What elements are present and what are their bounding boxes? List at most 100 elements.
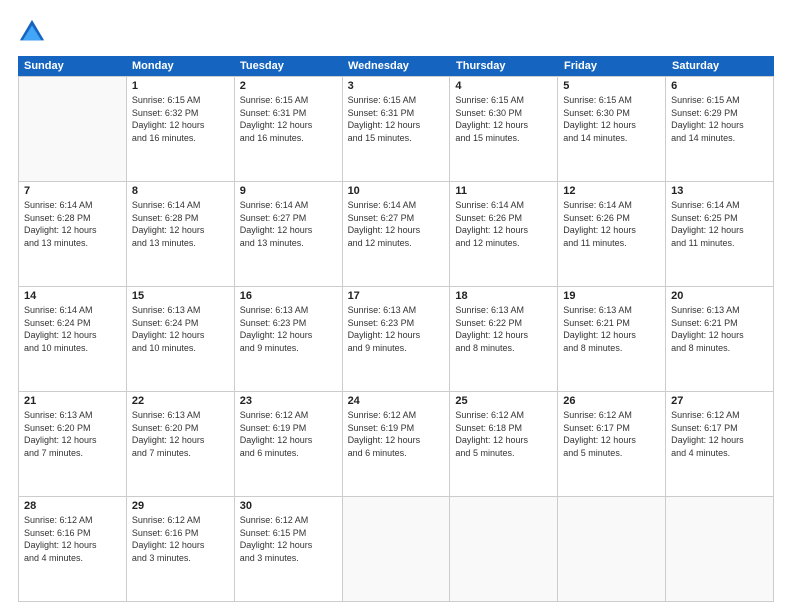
day-number: 16	[240, 290, 337, 302]
day-number: 12	[563, 185, 660, 197]
day-number: 14	[24, 290, 121, 302]
day-info: Sunrise: 6:13 AM Sunset: 6:23 PM Dayligh…	[240, 304, 337, 354]
calendar-row-5: 28 Sunrise: 6:12 AM Sunset: 6:16 PM Dayli…	[19, 497, 774, 602]
cal-cell-12: 12 Sunrise: 6:14 AM Sunset: 6:26 PM Dayli…	[558, 182, 666, 286]
day-info: Sunrise: 6:14 AM Sunset: 6:26 PM Dayligh…	[563, 199, 660, 249]
day-number: 17	[348, 290, 445, 302]
day-number: 6	[671, 80, 768, 92]
day-number: 3	[348, 80, 445, 92]
day-info: Sunrise: 6:13 AM Sunset: 6:23 PM Dayligh…	[348, 304, 445, 354]
weekday-header-friday: Friday	[558, 56, 666, 76]
day-info: Sunrise: 6:15 AM Sunset: 6:30 PM Dayligh…	[563, 94, 660, 144]
day-info: Sunrise: 6:14 AM Sunset: 6:27 PM Dayligh…	[240, 199, 337, 249]
day-number: 23	[240, 395, 337, 407]
cal-cell-empty-0-0	[19, 77, 127, 181]
cal-cell-2: 2 Sunrise: 6:15 AM Sunset: 6:31 PM Daylig…	[235, 77, 343, 181]
day-info: Sunrise: 6:15 AM Sunset: 6:29 PM Dayligh…	[671, 94, 768, 144]
cal-cell-29: 29 Sunrise: 6:12 AM Sunset: 6:16 PM Dayli…	[127, 497, 235, 601]
day-info: Sunrise: 6:12 AM Sunset: 6:18 PM Dayligh…	[455, 409, 552, 459]
cal-cell-5: 5 Sunrise: 6:15 AM Sunset: 6:30 PM Daylig…	[558, 77, 666, 181]
day-info: Sunrise: 6:13 AM Sunset: 6:21 PM Dayligh…	[671, 304, 768, 354]
day-info: Sunrise: 6:12 AM Sunset: 6:16 PM Dayligh…	[132, 514, 229, 564]
cal-cell-24: 24Sunrise: 6:12 AM Sunset: 6:19 PM Dayli…	[343, 392, 451, 496]
day-number: 7	[24, 185, 121, 197]
day-info: Sunrise: 6:12 AM Sunset: 6:15 PM Dayligh…	[240, 514, 337, 564]
calendar-row-1: 1 Sunrise: 6:15 AM Sunset: 6:32 PM Daylig…	[19, 77, 774, 182]
day-number: 22	[132, 395, 229, 407]
cal-cell-30: 30Sunrise: 6:12 AM Sunset: 6:15 PM Dayli…	[235, 497, 343, 601]
cal-cell-23: 23 Sunrise: 6:12 AM Sunset: 6:19 PM Dayli…	[235, 392, 343, 496]
cal-cell-empty-4-4	[450, 497, 558, 601]
day-info: Sunrise: 6:14 AM Sunset: 6:25 PM Dayligh…	[671, 199, 768, 249]
header	[18, 18, 774, 46]
day-info: Sunrise: 6:15 AM Sunset: 6:31 PM Dayligh…	[240, 94, 337, 144]
cal-cell-9: 9 Sunrise: 6:14 AM Sunset: 6:27 PM Daylig…	[235, 182, 343, 286]
weekday-header-monday: Monday	[126, 56, 234, 76]
cal-cell-empty-4-3	[343, 497, 451, 601]
day-info: Sunrise: 6:12 AM Sunset: 6:17 PM Dayligh…	[671, 409, 768, 459]
day-info: Sunrise: 6:12 AM Sunset: 6:16 PM Dayligh…	[24, 514, 121, 564]
weekday-header-saturday: Saturday	[666, 56, 774, 76]
calendar-row-2: 7 Sunrise: 6:14 AM Sunset: 6:28 PM Daylig…	[19, 182, 774, 287]
day-number: 21	[24, 395, 121, 407]
day-number: 15	[132, 290, 229, 302]
day-number: 5	[563, 80, 660, 92]
day-number: 13	[671, 185, 768, 197]
day-number: 11	[455, 185, 552, 197]
calendar-header: SundayMondayTuesdayWednesdayThursdayFrid…	[18, 56, 774, 76]
calendar: SundayMondayTuesdayWednesdayThursdayFrid…	[18, 56, 774, 602]
day-number: 26	[563, 395, 660, 407]
cal-cell-10: 10 Sunrise: 6:14 AM Sunset: 6:27 PM Dayli…	[343, 182, 451, 286]
page: SundayMondayTuesdayWednesdayThursdayFrid…	[0, 0, 792, 612]
day-info: Sunrise: 6:14 AM Sunset: 6:28 PM Dayligh…	[24, 199, 121, 249]
day-number: 27	[671, 395, 768, 407]
day-number: 4	[455, 80, 552, 92]
day-info: Sunrise: 6:13 AM Sunset: 6:21 PM Dayligh…	[563, 304, 660, 354]
weekday-header-thursday: Thursday	[450, 56, 558, 76]
cal-cell-15: 15 Sunrise: 6:13 AM Sunset: 6:24 PM Dayli…	[127, 287, 235, 391]
day-number: 2	[240, 80, 337, 92]
weekday-header-tuesday: Tuesday	[234, 56, 342, 76]
day-info: Sunrise: 6:14 AM Sunset: 6:27 PM Dayligh…	[348, 199, 445, 249]
day-number: 19	[563, 290, 660, 302]
cal-cell-14: 14 Sunrise: 6:14 AM Sunset: 6:24 PM Dayli…	[19, 287, 127, 391]
cal-cell-25: 25 Sunrise: 6:12 AM Sunset: 6:18 PM Dayli…	[450, 392, 558, 496]
day-info: Sunrise: 6:13 AM Sunset: 6:20 PM Dayligh…	[24, 409, 121, 459]
cal-cell-13: 13 Sunrise: 6:14 AM Sunset: 6:25 PM Dayli…	[666, 182, 774, 286]
cal-cell-7: 7 Sunrise: 6:14 AM Sunset: 6:28 PM Daylig…	[19, 182, 127, 286]
day-number: 9	[240, 185, 337, 197]
cal-cell-17: 17 Sunrise: 6:13 AM Sunset: 6:23 PM Dayli…	[343, 287, 451, 391]
day-info: Sunrise: 6:15 AM Sunset: 6:32 PM Dayligh…	[132, 94, 229, 144]
cal-cell-empty-4-6	[666, 497, 774, 601]
day-number: 8	[132, 185, 229, 197]
logo-icon	[18, 18, 46, 46]
day-number: 10	[348, 185, 445, 197]
calendar-row-3: 14 Sunrise: 6:14 AM Sunset: 6:24 PM Dayli…	[19, 287, 774, 392]
calendar-body: 1 Sunrise: 6:15 AM Sunset: 6:32 PM Daylig…	[18, 76, 774, 602]
day-number: 25	[455, 395, 552, 407]
day-info: Sunrise: 6:12 AM Sunset: 6:17 PM Dayligh…	[563, 409, 660, 459]
day-info: Sunrise: 6:15 AM Sunset: 6:30 PM Dayligh…	[455, 94, 552, 144]
cal-cell-11: 11 Sunrise: 6:14 AM Sunset: 6:26 PM Dayli…	[450, 182, 558, 286]
cal-cell-19: 19 Sunrise: 6:13 AM Sunset: 6:21 PM Dayli…	[558, 287, 666, 391]
day-number: 1	[132, 80, 229, 92]
day-info: Sunrise: 6:14 AM Sunset: 6:26 PM Dayligh…	[455, 199, 552, 249]
day-number: 28	[24, 500, 121, 512]
weekday-header-sunday: Sunday	[18, 56, 126, 76]
day-info: Sunrise: 6:14 AM Sunset: 6:24 PM Dayligh…	[24, 304, 121, 354]
day-number: 18	[455, 290, 552, 302]
cal-cell-28: 28 Sunrise: 6:12 AM Sunset: 6:16 PM Dayli…	[19, 497, 127, 601]
weekday-header-wednesday: Wednesday	[342, 56, 450, 76]
day-info: Sunrise: 6:13 AM Sunset: 6:22 PM Dayligh…	[455, 304, 552, 354]
day-number: 29	[132, 500, 229, 512]
cal-cell-22: 22Sunrise: 6:13 AM Sunset: 6:20 PM Dayli…	[127, 392, 235, 496]
day-info: Sunrise: 6:12 AM Sunset: 6:19 PM Dayligh…	[240, 409, 337, 459]
cal-cell-26: 26 Sunrise: 6:12 AM Sunset: 6:17 PM Dayli…	[558, 392, 666, 496]
cal-cell-4: 4 Sunrise: 6:15 AM Sunset: 6:30 PM Daylig…	[450, 77, 558, 181]
cal-cell-16: 16 Sunrise: 6:13 AM Sunset: 6:23 PM Dayli…	[235, 287, 343, 391]
cal-cell-8: 8Sunrise: 6:14 AM Sunset: 6:28 PM Daylig…	[127, 182, 235, 286]
cal-cell-1: 1 Sunrise: 6:15 AM Sunset: 6:32 PM Daylig…	[127, 77, 235, 181]
day-info: Sunrise: 6:13 AM Sunset: 6:24 PM Dayligh…	[132, 304, 229, 354]
cal-cell-6: 6 Sunrise: 6:15 AM Sunset: 6:29 PM Daylig…	[666, 77, 774, 181]
cal-cell-18: 18 Sunrise: 6:13 AM Sunset: 6:22 PM Dayli…	[450, 287, 558, 391]
